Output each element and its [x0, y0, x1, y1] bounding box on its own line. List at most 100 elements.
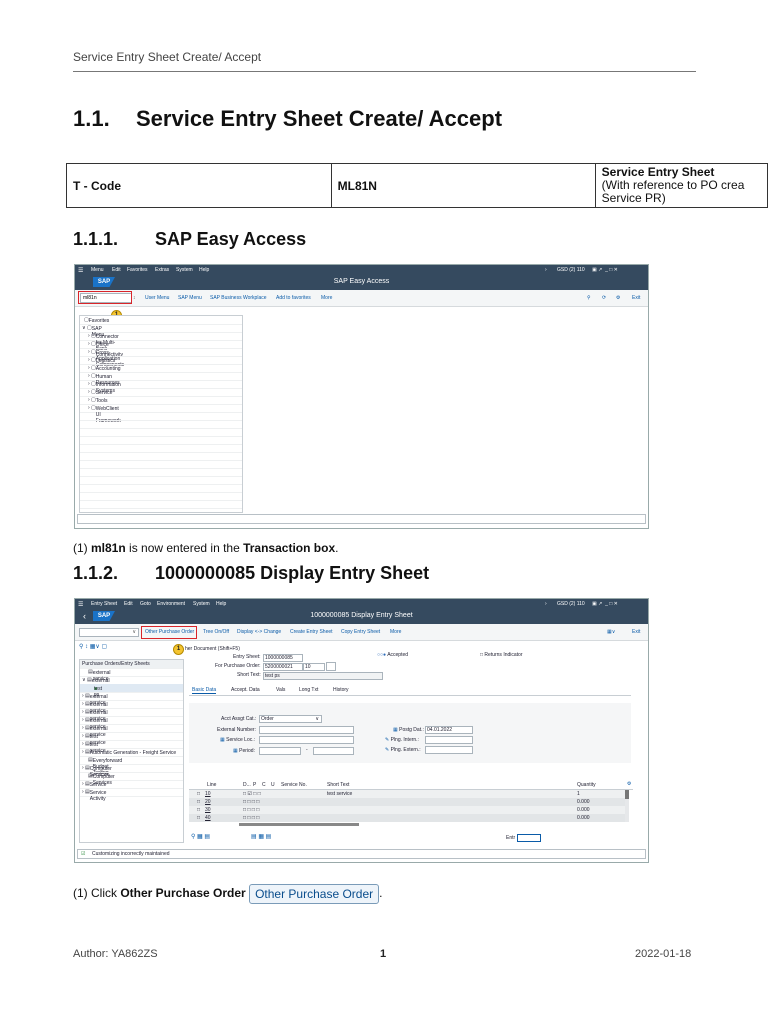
search-icon[interactable]: ⚲ — [587, 295, 591, 301]
tree-item[interactable]: › ▢ Office — [88, 341, 109, 348]
footer-page-number: 1 — [380, 948, 387, 960]
po-item-field[interactable]: 10 — [303, 663, 325, 671]
settings-icon[interactable]: ⚙ — [616, 295, 620, 301]
tcode-desc-line3: Service PR) — [601, 191, 666, 205]
table-row[interactable]: □ 40 □ □ □ □ 0.000 — [189, 814, 625, 822]
planning-intern-field[interactable] — [425, 736, 473, 744]
table-row[interactable]: □ 10 □ ☑ □ □ test service 1 — [189, 790, 625, 798]
subsection-number-2: 1.1.2. — [73, 563, 119, 583]
search-plus-icon[interactable]: ⟳ — [602, 295, 606, 301]
tree-item[interactable]: › ▢ Human Resources — [88, 373, 120, 386]
menu-item[interactable]: Extras — [155, 267, 169, 273]
chevron-down-icon[interactable]: ↕ — [133, 295, 136, 301]
toolbar-button[interactable]: Tree On/Off — [203, 629, 229, 635]
tree-toolbar-icons[interactable]: ⚲ ↕ ▦∨ ▢ — [79, 643, 107, 650]
tree-item[interactable]: ▤ Everyforward Budget Testing — [88, 757, 122, 776]
menu-item[interactable]: Entry Sheet — [91, 601, 117, 607]
window-controls-icon[interactable]: ▣ ↗ _ □ ✕ — [592, 601, 618, 607]
settings-icon[interactable]: ⚙ — [627, 781, 631, 787]
horizontal-scrollbar[interactable] — [239, 823, 359, 826]
period-from-field[interactable] — [259, 747, 301, 755]
vertical-scrollbar[interactable] — [625, 790, 629, 822]
other-purchase-order-button[interactable]: Other Purchase Order — [145, 629, 194, 635]
menu-item[interactable]: System — [176, 267, 193, 273]
tree-item[interactable]: › ▢ Accounting — [88, 365, 121, 372]
tree-item[interactable]: › ▢ Service — [88, 389, 112, 396]
tab-accept-data[interactable]: Accept. Data — [231, 687, 260, 693]
menu-item[interactable]: Menu — [91, 267, 104, 273]
footer-author: Author: YA862ZS — [73, 948, 158, 960]
edit-icon: ✎ — [385, 737, 390, 743]
tree-item[interactable]: › ▤ external service — [82, 725, 108, 738]
tree-item[interactable]: › ▤ external service — [82, 693, 108, 706]
layout-icon[interactable]: ▦∨ — [607, 629, 615, 635]
calendar-icon: ▦ — [233, 748, 238, 754]
caption-2-suffix: . — [379, 886, 383, 901]
tree-item[interactable]: ▢ Favorites — [84, 317, 109, 324]
external-number-field[interactable] — [259, 726, 354, 734]
grid-action-icons[interactable]: ▤ ▦ ▤ — [251, 833, 271, 840]
menu-item[interactable]: Edit — [112, 267, 121, 273]
tree-item[interactable]: › ▤ Automatic Generation - Freight Servi… — [82, 749, 176, 756]
tab-vals[interactable]: Vals — [276, 687, 285, 693]
menu-item[interactable]: System — [193, 601, 210, 607]
menu-item[interactable]: Environment — [157, 601, 185, 607]
entry-sheet-field[interactable]: 1000000085 — [263, 654, 303, 662]
toolbar-button[interactable]: SAP Business Workplace — [210, 295, 267, 301]
exit-button[interactable]: Exit — [632, 295, 640, 301]
hamburger-icon: ☰ — [78, 602, 84, 608]
tree-item[interactable]: › ▢ Information Systems — [88, 381, 121, 394]
toolbar-button[interactable]: Create Entry Sheet — [290, 629, 333, 635]
tree-item[interactable]: › ▢ Connector for Multi-Bank Connectivit… — [88, 333, 123, 358]
tree-item[interactable]: ▤ Computer Services — [88, 773, 115, 786]
returns-indicator[interactable]: □ Returns Indicator — [480, 652, 523, 658]
toolbar-more-button[interactable]: More — [321, 295, 332, 301]
menu-item[interactable]: Goto — [140, 601, 151, 607]
po-search-icon[interactable] — [326, 662, 336, 671]
window-controls-icon[interactable]: ▣ ↗ _ □ ✕ — [592, 267, 618, 273]
tree-item[interactable]: › ▢ Cross-Application Components — [88, 349, 124, 368]
service-loc-label: ▦ Service Loc.: — [220, 737, 256, 743]
tree-item[interactable]: › ▢ Logistics — [88, 357, 115, 364]
tree-item[interactable]: ∨ ▤ external service — [82, 677, 110, 690]
toolbar-button[interactable]: SAP Menu — [178, 295, 202, 301]
tab-basic-data[interactable]: Basic Data — [192, 687, 217, 694]
menu-item[interactable]: Edit — [124, 601, 133, 607]
planning-extern-field[interactable] — [425, 746, 473, 754]
menu-item[interactable]: Help — [216, 601, 226, 607]
exit-button[interactable]: Exit — [632, 629, 640, 635]
menu-item[interactable]: Help — [199, 267, 209, 273]
table-row[interactable]: □ 30 □ □ □ □ 0.000 — [189, 806, 625, 814]
tab-history[interactable]: History — [333, 687, 349, 693]
tree-item[interactable]: › ▤ Service — [82, 781, 106, 788]
toolbar-button[interactable]: Copy Entry Sheet — [341, 629, 380, 635]
tree-item[interactable]: › ▢ Tools — [88, 397, 107, 404]
tree-item[interactable]: › ▤ external service — [82, 709, 108, 722]
tree-item[interactable]: ∨ ▢ SAP Menu — [82, 325, 104, 338]
grid-toolbar-icons[interactable]: ⚲ ▦ ▤ — [191, 833, 210, 840]
tree-item[interactable]: › ▤ Service Activity — [82, 789, 106, 802]
tree-item[interactable]: › ▤ external service — [82, 701, 108, 714]
toolbar-button[interactable]: User Menu — [145, 295, 169, 301]
tree-item[interactable]: › ▤ test service — [82, 741, 106, 754]
display-entry-sheet-screenshot: ☰ Entry Sheet Edit Goto Environment Syst… — [74, 598, 649, 863]
short-text-field[interactable]: test ps — [263, 672, 383, 680]
service-loc-field[interactable] — [259, 736, 354, 744]
tree-item[interactable]: ▤ external service — [88, 669, 111, 682]
posting-date-field[interactable]: 04.01.2022 — [425, 726, 473, 734]
acct-assignment-dropdown[interactable]: Order ∨ — [259, 715, 322, 723]
toolbar-button[interactable]: Add to favorites — [276, 295, 311, 301]
tree-item[interactable]: › ▤ test service — [82, 733, 106, 746]
toolbar-button[interactable]: Display <-> Change — [237, 629, 281, 635]
purchase-order-field[interactable]: 5200000021 — [263, 663, 303, 671]
period-to-field[interactable] — [313, 747, 354, 755]
entry-field[interactable] — [517, 834, 541, 842]
tree-item[interactable]: › ▢ WebClient UI Framework — [88, 405, 121, 424]
command-field[interactable]: ∨ — [79, 628, 139, 637]
menu-item[interactable]: Favorites — [127, 267, 148, 273]
tree-item[interactable]: › ▤ Computer Services — [82, 765, 112, 778]
tab-long-txt[interactable]: Long Txt — [299, 687, 318, 693]
table-row[interactable]: □ 20 □ □ □ □ 0.000 — [189, 798, 625, 806]
tree-item[interactable]: › ▤ external service — [82, 717, 108, 730]
toolbar-more-button[interactable]: More — [390, 629, 401, 635]
